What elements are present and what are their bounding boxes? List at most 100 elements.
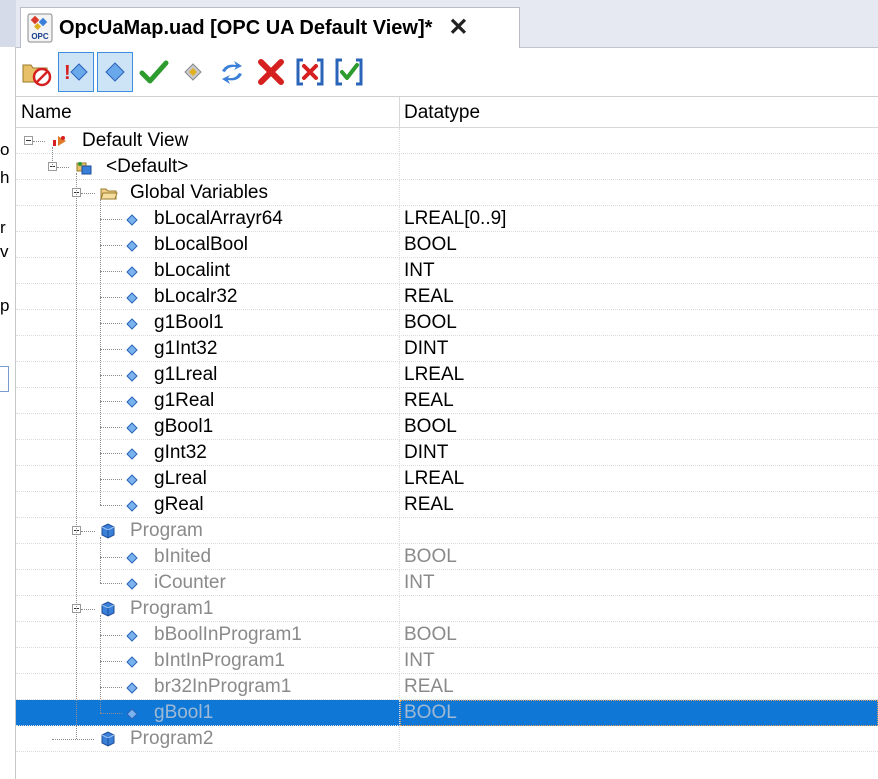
- name-cell: Program: [16, 518, 400, 544]
- tree-connector-horizontal: [100, 323, 122, 324]
- tree-connector-horizontal: [100, 505, 122, 506]
- tree-node-row[interactable]: Program: [16, 518, 878, 544]
- show-warnings-button[interactable]: !: [58, 52, 94, 92]
- delete-button[interactable]: [253, 52, 289, 92]
- bg-text-fragment: v: [0, 242, 9, 261]
- tree-node-row[interactable]: Default View: [16, 128, 878, 154]
- node-label: Program2: [130, 728, 214, 749]
- tree-connector-horizontal: [100, 219, 122, 220]
- tree-grid: Name Datatype Default View <Default> Globa…: [16, 96, 878, 779]
- close-tab-icon[interactable]: ✕: [448, 16, 468, 40]
- tree-node-row[interactable]: Program2: [16, 726, 878, 752]
- name-cell: bLocalArrayr64: [16, 206, 400, 232]
- node-label: Default View: [82, 130, 189, 151]
- checkmark-icon: [139, 60, 169, 84]
- tree-connector-horizontal: [100, 401, 122, 402]
- column-header-datatype[interactable]: Datatype: [400, 97, 878, 128]
- tree-node-row[interactable]: Global Variables: [16, 180, 878, 206]
- name-cell: g1Bool1: [16, 310, 400, 336]
- bracket-check-icon: [335, 58, 363, 86]
- check-button[interactable]: [136, 52, 172, 92]
- variable-row[interactable]: iCounter INT: [16, 570, 878, 596]
- node-label: g1Lreal: [154, 364, 218, 385]
- variable-row[interactable]: gInt32 DINT: [16, 440, 878, 466]
- tree-connector-horizontal: [100, 687, 122, 688]
- show-items-button[interactable]: [97, 52, 133, 92]
- variable-row[interactable]: bIntInProgram1 INT: [16, 648, 878, 674]
- datatype-cell: DINT: [404, 338, 449, 359]
- bg-input-edge: [0, 366, 9, 392]
- tree-connector-horizontal: [100, 713, 122, 714]
- tree-connector-horizontal: [100, 375, 122, 376]
- tree-connector-horizontal: [100, 583, 122, 584]
- document-tab[interactable]: OPC OpcUaMap.uad [OPC UA Default View]* …: [20, 7, 520, 48]
- node-label: bLocalArrayr64: [154, 208, 283, 229]
- node-label: bLocalint: [154, 260, 231, 281]
- tree-connector-horizontal: [100, 635, 122, 636]
- background-window-edge: o h r v p: [0, 0, 16, 779]
- tree-connector-vertical: [76, 173, 77, 739]
- variable-row[interactable]: bLocalBool BOOL: [16, 232, 878, 258]
- tree-connector-horizontal: [100, 297, 122, 298]
- tree-connector-horizontal: [100, 271, 122, 272]
- delete-item-button[interactable]: [19, 52, 55, 92]
- variable-row[interactable]: bBoolInProgram1 BOOL: [16, 622, 878, 648]
- variable-icon: [126, 239, 142, 255]
- node-label: <Default>: [106, 156, 189, 177]
- tree-node-row[interactable]: Program1: [16, 596, 878, 622]
- variable-row[interactable]: gReal REAL: [16, 492, 878, 518]
- refresh-button[interactable]: [175, 52, 211, 92]
- diamond-icon: [105, 62, 125, 82]
- datatype-cell: LREAL: [404, 468, 465, 489]
- bg-text-fragment: o: [0, 140, 10, 159]
- uncheck-all-button[interactable]: [292, 52, 328, 92]
- node-label: iCounter: [154, 572, 226, 593]
- variable-icon: [126, 499, 142, 515]
- opc-file-icon: OPC: [27, 13, 53, 43]
- datatype-cell: BOOL: [404, 416, 457, 437]
- variable-row[interactable]: bLocalr32 REAL: [16, 284, 878, 310]
- svg-text:!: !: [64, 62, 71, 84]
- variable-row[interactable]: bInited BOOL: [16, 544, 878, 570]
- check-all-button[interactable]: [331, 52, 367, 92]
- variable-icon: [126, 317, 142, 333]
- variable-row[interactable]: bLocalint INT: [16, 258, 878, 284]
- collapse-toggle-icon[interactable]: [24, 136, 33, 145]
- variable-row[interactable]: bLocalArrayr64 LREAL[0..9]: [16, 206, 878, 232]
- tree-connector-horizontal: [100, 479, 122, 480]
- variable-row[interactable]: g1Bool1 BOOL: [16, 310, 878, 336]
- variable-row[interactable]: g1Lreal LREAL: [16, 362, 878, 388]
- datatype-cell: REAL: [404, 286, 454, 307]
- tree-node-row[interactable]: <Default>: [16, 154, 878, 180]
- variable-row[interactable]: gLreal LREAL: [16, 466, 878, 492]
- column-header-name[interactable]: Name: [16, 97, 400, 128]
- variable-row[interactable]: g1Int32 DINT: [16, 336, 878, 362]
- name-cell: <Default>: [16, 154, 400, 180]
- variable-row[interactable]: g1Real REAL: [16, 388, 878, 414]
- variable-row[interactable]: gBool1 BOOL: [16, 700, 878, 726]
- variable-icon: [126, 551, 142, 567]
- warning-diamond-icon: !: [64, 62, 88, 84]
- datatype-cell: BOOL: [404, 624, 457, 645]
- variable-row[interactable]: br32InProgram1 REAL: [16, 674, 878, 700]
- grid-header: Name Datatype: [16, 97, 878, 128]
- tree-connector-horizontal: [100, 557, 122, 558]
- bg-text-fragment: r: [0, 218, 6, 237]
- sync-button[interactable]: [214, 52, 250, 92]
- node-label: br32InProgram1: [154, 676, 292, 697]
- node-label: bLocalBool: [154, 234, 249, 255]
- name-cell: gBool1: [16, 700, 400, 726]
- node-label: bIntInProgram1: [154, 650, 285, 671]
- bg-text-fragment: p: [0, 296, 10, 315]
- variable-icon: [126, 395, 142, 411]
- x-mark-icon: [258, 59, 284, 85]
- datatype-cell: LREAL[0..9]: [404, 208, 507, 229]
- node-label: Program1: [130, 598, 214, 619]
- variable-icon: [126, 629, 142, 645]
- name-cell: g1Real: [16, 388, 400, 414]
- name-cell: Program1: [16, 596, 400, 622]
- datatype-cell: [400, 726, 878, 752]
- name-cell: bLocalBool: [16, 232, 400, 258]
- namespace-icon: [76, 159, 92, 175]
- variable-row[interactable]: gBool1 BOOL: [16, 414, 878, 440]
